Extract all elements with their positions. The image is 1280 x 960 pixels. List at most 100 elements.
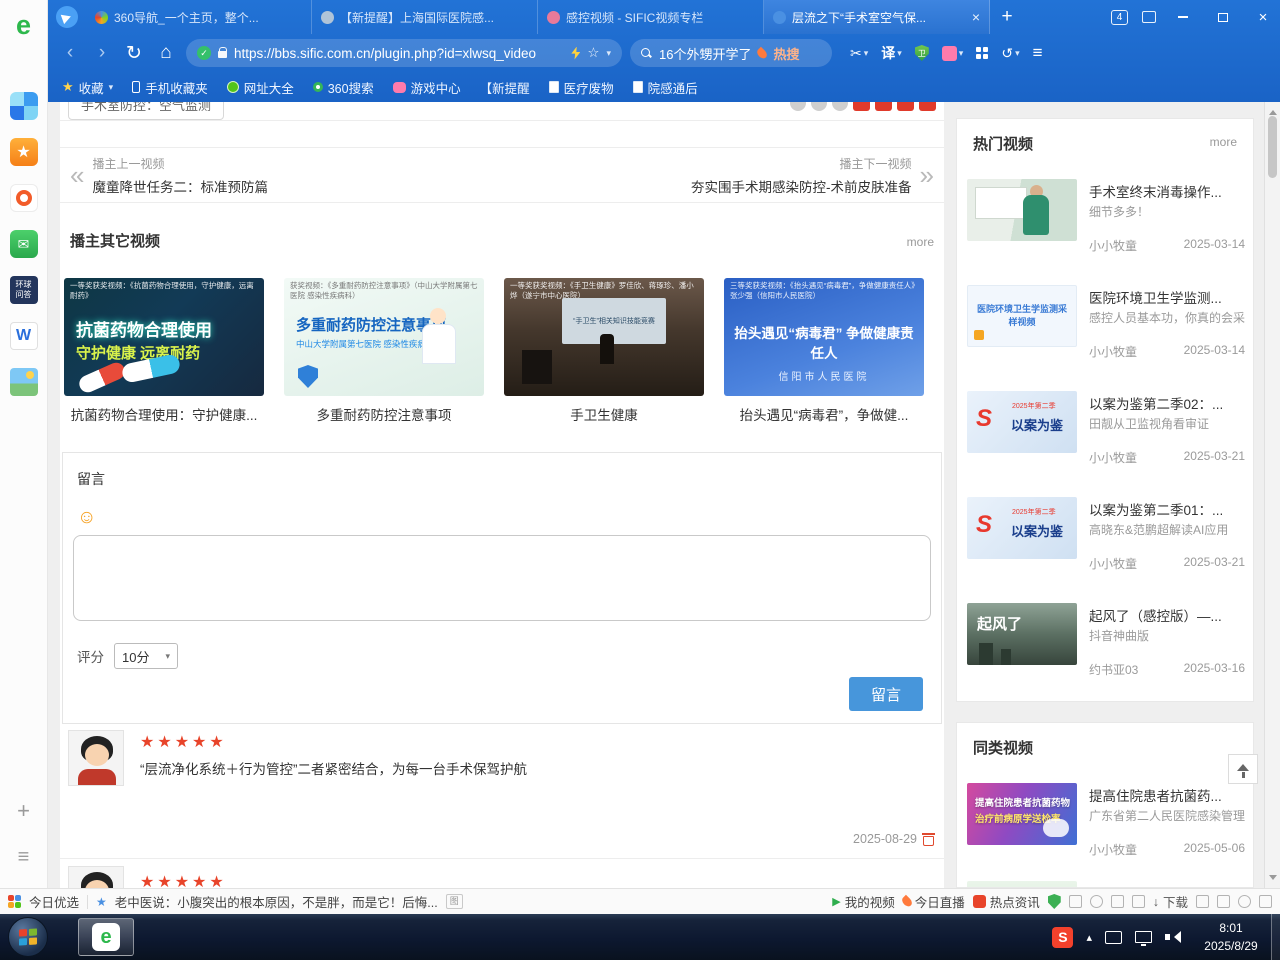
undo-icon[interactable]: ↺▾ [1001, 45, 1019, 62]
share-wechat-icon[interactable] [919, 102, 936, 111]
video-title[interactable]: 提高住院患者抗菌药... [1089, 785, 1245, 805]
refresh-icon[interactable] [1090, 895, 1103, 908]
tab-close-icon[interactable]: × [972, 9, 980, 25]
scroll-down-arrow[interactable] [1269, 875, 1277, 884]
share-qzone-icon[interactable] [897, 102, 914, 111]
refresh-icon[interactable]: ↻ [122, 40, 146, 66]
url-text[interactable]: https://bbs.sific.com.cn/plugin.php?id=x… [234, 46, 564, 61]
back-icon[interactable]: ‹ [58, 40, 82, 66]
tab-4-active[interactable]: 层流之下“手术室空气保...× [764, 0, 990, 34]
video-title[interactable]: 医院环境卫生学监测... [1089, 287, 1245, 307]
tray-expand-icon[interactable]: ▴ [1086, 931, 1092, 944]
bookmark-game-center[interactable]: 游戏中心 [393, 78, 461, 97]
security-guard-icon[interactable]: 卫 [915, 45, 929, 61]
video-thumbnail[interactable]: 一等奖获奖视频：《抗菌药物合理使用，守护健康，远离耐药》 抗菌药物合理使用 守护… [64, 278, 264, 396]
forward-share-icon[interactable] [832, 102, 848, 111]
comment-textarea[interactable] [73, 535, 931, 621]
video-title[interactable]: 手卫生健康 [504, 404, 704, 424]
share-qq-icon[interactable] [875, 102, 892, 111]
mail-icon[interactable]: ✉ [10, 230, 38, 258]
address-bar[interactable]: ✓ https://bbs.sific.com.cn/plugin.php?id… [186, 39, 622, 67]
my-videos-link[interactable]: ▶我的视频 [832, 892, 894, 911]
author[interactable]: 小小牧童 [1089, 343, 1137, 360]
more-link[interactable]: more [907, 235, 934, 249]
like-icon[interactable] [790, 102, 806, 111]
bookmark-phone-favorites[interactable]: 手机收藏夹 [132, 78, 208, 97]
bookmark-new-notice[interactable]: 【新提醒 [480, 78, 530, 97]
video-thumbnail[interactable] [967, 881, 1077, 888]
new-tab-button[interactable]: + [990, 0, 1024, 34]
video-title[interactable]: 以案为鉴第二季01：... [1089, 499, 1245, 519]
sidebar-toggle-icon[interactable] [1259, 895, 1272, 908]
author[interactable]: 小小牧童 [1089, 237, 1137, 254]
video-list-item[interactable]: 手术室终末消毒操作... 细节多多！ 小小牧童2025-03-14 [967, 179, 1245, 271]
video-list-item[interactable]: 提高住院患者抗菌药物 治疗前病原学送检率 提高住院患者抗菌药... 广东省第二人… [967, 783, 1245, 875]
video-thumbnail[interactable]: 起风了 [967, 603, 1077, 665]
cloud-icon[interactable] [1111, 895, 1124, 908]
screenshot-scissors-icon[interactable]: ✂▾ [850, 45, 868, 62]
home-icon[interactable]: ⌂ [154, 40, 178, 66]
volume-icon[interactable] [1238, 895, 1251, 908]
video-thumbnail[interactable]: 三等奖获奖视频：《抬头遇见“病毒君”，争做健康责任人》张少强（信阳市人民医院） … [724, 278, 924, 396]
keyword-tag[interactable]: 手术室防控：空气监测 [68, 102, 224, 120]
tab-3[interactable]: 感控视频 - SIFIC视频专栏 [538, 0, 764, 34]
forward-icon[interactable]: › [90, 40, 114, 66]
scrollbar-thumb[interactable] [1268, 116, 1277, 178]
scrollbar[interactable] [1264, 102, 1280, 888]
tab-count-badge[interactable]: 4 [1111, 10, 1128, 25]
safety-shield-icon[interactable] [1048, 894, 1061, 909]
word-doc-icon[interactable]: W [10, 322, 38, 350]
more-link[interactable]: more [1210, 135, 1237, 149]
qa-app-icon[interactable]: 环球问答 [10, 276, 38, 304]
video-title[interactable]: 起风了（感控版）—... [1089, 605, 1245, 625]
hot-search-label[interactable]: 热搜 [773, 44, 799, 63]
video-title[interactable]: 多重耐药防控注意事项 [284, 404, 484, 424]
author[interactable]: 小小牧童 [1089, 449, 1137, 466]
window-icon[interactable] [1217, 895, 1230, 908]
pinwheel-icon[interactable] [10, 92, 38, 120]
skin-icon[interactable] [1142, 11, 1156, 23]
network-monitor-icon[interactable] [1135, 931, 1152, 943]
video-title[interactable]: 手术室终末消毒操作... [1089, 181, 1245, 201]
news-ticker[interactable]: 老中医说：小腹突出的根本原因，不是胖，而是它！后悔... [115, 892, 438, 911]
prev-video-link[interactable]: « 播主上一视频魔童降世任务二：标准预防篇 [70, 155, 268, 196]
emoji-icon[interactable]: ☺ [77, 507, 96, 529]
show-desktop-button[interactable] [1271, 914, 1280, 960]
video-thumbnail[interactable]: 提高住院患者抗菌药物 治疗前病原学送检率 [967, 783, 1077, 845]
menu-icon[interactable]: ≡ [1033, 43, 1043, 63]
download-button[interactable]: ↓下载 [1153, 892, 1188, 911]
screenshot-icon[interactable] [1069, 895, 1082, 908]
author[interactable]: 约书亚03 [1089, 661, 1138, 678]
video-title[interactable]: 抗菌药物合理使用：守护健康... [64, 404, 264, 424]
photo-icon[interactable] [10, 368, 38, 396]
search-text[interactable]: 16个外甥开学了 [659, 44, 751, 63]
start-button[interactable] [8, 917, 48, 957]
back-to-top-button[interactable] [1228, 754, 1258, 784]
video-thumbnail[interactable]: 一等奖获奖视频：《手卫生健康》罗佳欣、蒋琢珍、潘小烨（遂宁市中心医院） “手卫生… [504, 278, 704, 396]
add-icon[interactable]: + [17, 798, 30, 824]
tab-2[interactable]: 【新提醒】上海国际医院感... [312, 0, 538, 34]
rating-select[interactable]: 10分 ▾ [114, 643, 178, 669]
game-center-icon[interactable]: ▾ [942, 46, 964, 61]
taskbar-clock[interactable]: 8:01 2025/8/29 [1192, 919, 1270, 955]
sogou-input-icon[interactable]: S [1052, 927, 1073, 948]
translate-icon[interactable]: 译▾ [881, 43, 902, 63]
assistant-icon[interactable] [48, 0, 86, 34]
minimize-button[interactable] [1170, 6, 1196, 28]
bookmark-medical-waste[interactable]: 医疗废物 [549, 78, 614, 97]
video-thumbnail[interactable]: S 2025年第二季 以案为鉴 [967, 497, 1077, 559]
close-button[interactable]: × [1250, 6, 1276, 28]
video-list-item[interactable]: 医院环境卫生学监测采样视频 医院环境卫生学监测... 感控人员基本功，你真的会采… [967, 285, 1245, 377]
camera-lens-icon[interactable] [10, 184, 38, 212]
share-weibo-icon[interactable] [853, 102, 870, 111]
grid-icon[interactable] [1196, 895, 1209, 908]
plugin-icon[interactable] [1132, 895, 1145, 908]
video-list-item[interactable]: S 2025年第二季 以案为鉴 以案为鉴第二季01：... 高晓东&范鹏超解读A… [967, 497, 1245, 589]
keyboard-icon[interactable] [1105, 931, 1122, 944]
favorites-star-icon[interactable]: ★ [10, 138, 38, 166]
speaker-icon[interactable] [1165, 930, 1179, 944]
video-thumbnail[interactable]: 获奖视频：《多重耐药防控注意事项》（中山大学附属第七医院 感染性疾病科） 多重耐… [284, 278, 484, 396]
taskbar-browser-button[interactable]: e [78, 918, 134, 956]
video-list-item[interactable] [967, 881, 1245, 888]
author[interactable]: 小小牧童 [1089, 555, 1137, 572]
